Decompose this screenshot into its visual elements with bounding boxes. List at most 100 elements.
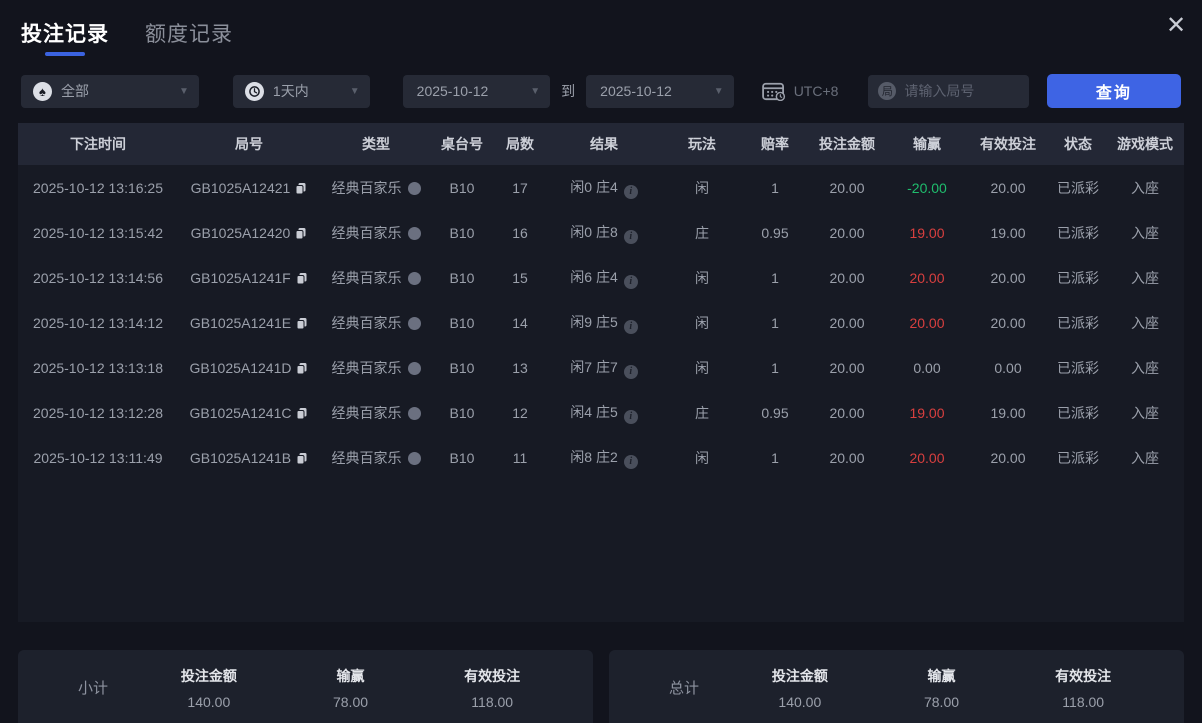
cell-bet-amount: 20.00 [829, 269, 865, 286]
cell-game-mode: 入座 [1131, 449, 1159, 466]
copy-icon[interactable] [296, 272, 308, 285]
cell-bet-time: 2025-10-12 13:12:28 [33, 404, 163, 421]
cell-rounds: 17 [512, 179, 528, 196]
cell-bet-amount: 20.00 [829, 179, 865, 196]
table-row: 2025-10-12 13:11:49 GB1025A1241B 经典百家乐 B… [18, 435, 1184, 480]
game-type-value: 全部 [61, 83, 89, 99]
date-from-select[interactable]: 2025-10-12 ▼ [402, 74, 551, 108]
cell-rounds: 14 [512, 314, 528, 331]
cell-odds: 1 [771, 269, 779, 286]
table-row: 2025-10-12 13:12:28 GB1025A1241C 经典百家乐 B… [18, 390, 1184, 435]
table-row: 2025-10-12 13:13:18 GB1025A1241D 经典百家乐 B… [18, 345, 1184, 390]
cell-rounds: 16 [512, 224, 528, 241]
cell-type: 经典百家乐 [320, 255, 432, 300]
game-replay-icon[interactable] [407, 406, 421, 420]
col-winloss: 输赢 [888, 123, 966, 165]
cell-type: 经典百家乐 [320, 435, 432, 480]
cell-play: 闲 [695, 449, 709, 466]
copy-icon[interactable] [296, 317, 308, 330]
col-status: 状态 [1050, 123, 1106, 165]
tab-quota-records[interactable]: 额度记录 [145, 18, 233, 60]
cell-play: 闲 [695, 179, 709, 196]
cell-rounds: 13 [512, 359, 528, 376]
close-icon[interactable]: ✕ [1162, 12, 1190, 40]
table-row: 2025-10-12 13:14:12 GB1025A1241E 经典百家乐 B… [18, 300, 1184, 345]
chevron-down-icon: ▼ [349, 85, 360, 97]
tab-bet-records[interactable]: 投注记录 [21, 18, 109, 60]
cell-odds: 1 [771, 314, 779, 331]
cell-bet-time: 2025-10-12 13:15:42 [33, 224, 163, 241]
cell-play: 闲 [695, 314, 709, 331]
cell-valid-bet: 20.00 [990, 269, 1026, 286]
date-to-value: 2025-10-12 [600, 83, 672, 99]
game-type-select[interactable]: ♠ 全部 ▼ [21, 74, 199, 108]
cell-result: 闲8 庄2 i [548, 435, 660, 480]
timezone-indicator[interactable]: UTC+8 [761, 81, 838, 101]
cell-odds: 0.95 [761, 224, 789, 241]
cell-bet-amount: 20.00 [829, 359, 865, 376]
game-replay-icon[interactable] [407, 271, 421, 285]
cell-game-mode: 入座 [1131, 224, 1159, 241]
copy-icon[interactable] [295, 182, 307, 195]
table-row: 2025-10-12 13:14:56 GB1025A1241F 经典百家乐 B… [18, 255, 1184, 300]
game-replay-icon[interactable] [407, 316, 421, 330]
cell-odds: 1 [771, 449, 779, 466]
copy-icon[interactable] [296, 452, 308, 465]
summary-bar: 小计 投注金额 140.00 输赢 78.00 有效投注 118.00 总计 投… [0, 650, 1202, 723]
cell-odds: 1 [771, 179, 779, 196]
date-to-select[interactable]: 2025-10-12 ▼ [586, 74, 734, 108]
time-range-select[interactable]: 1天内 ▼ [232, 74, 370, 108]
subtotal-valid-bet: 有效投注 118.00 [464, 667, 521, 710]
copy-icon[interactable] [296, 362, 308, 375]
round-search-input[interactable] [904, 83, 1015, 99]
cell-table-no: B10 [449, 449, 475, 466]
cell-type: 经典百家乐 [320, 345, 432, 390]
info-icon[interactable]: i [623, 454, 638, 469]
round-number-icon: 局 [878, 82, 897, 100]
copy-icon[interactable] [295, 227, 307, 240]
cell-rounds: 15 [512, 269, 528, 286]
round-search[interactable]: 局 [868, 74, 1029, 108]
cell-table-no: B10 [449, 179, 475, 196]
info-icon[interactable]: i [623, 319, 638, 334]
cell-odds: 0.95 [761, 404, 789, 421]
table-row: 2025-10-12 13:16:25 GB1025A12421 经典百家乐 B… [18, 165, 1184, 210]
cell-round: GB1025A1241B [178, 435, 320, 480]
cell-table-no: B10 [449, 224, 475, 241]
cell-valid-bet: 0.00 [994, 359, 1022, 376]
cell-status: 已派彩 [1057, 224, 1099, 241]
time-range-value: 1天内 [272, 83, 309, 99]
col-result: 结果 [548, 123, 660, 165]
chevron-down-icon: ▼ [530, 85, 541, 97]
game-replay-icon[interactable] [407, 226, 421, 240]
info-icon[interactable]: i [623, 274, 638, 289]
info-icon[interactable]: i [623, 364, 638, 379]
cell-bet-amount: 20.00 [829, 404, 865, 421]
copy-icon[interactable] [296, 407, 308, 420]
query-button[interactable]: 查询 [1046, 74, 1181, 108]
game-replay-icon[interactable] [407, 361, 421, 375]
cell-bet-amount: 20.00 [829, 224, 865, 241]
col-bet-time: 下注时间 [18, 123, 178, 165]
cell-valid-bet: 19.00 [990, 404, 1026, 421]
cell-result: 闲6 庄4 i [548, 255, 660, 300]
total-valid-bet: 有效投注 118.00 [1055, 667, 1112, 710]
cell-result: 闲7 庄7 i [548, 345, 660, 390]
col-valid-bet: 有效投注 [966, 123, 1050, 165]
cell-play: 庄 [695, 224, 709, 241]
cell-result: 闲9 庄5 i [548, 300, 660, 345]
info-icon[interactable]: i [623, 409, 638, 424]
game-replay-icon[interactable] [407, 181, 421, 195]
subtotal-winloss: 输赢 78.00 [332, 667, 369, 710]
cell-bet-time: 2025-10-12 13:16:25 [33, 179, 163, 196]
chevron-down-icon: ▼ [179, 85, 189, 97]
active-tab-underline [45, 52, 85, 56]
info-icon[interactable]: i [623, 229, 638, 244]
cell-bet-time: 2025-10-12 13:11:49 [33, 449, 163, 466]
info-icon[interactable]: i [623, 184, 638, 199]
cell-result: 闲0 庄8 i [548, 210, 660, 255]
cell-table-no: B10 [449, 314, 475, 331]
cell-status: 已派彩 [1057, 269, 1099, 286]
cell-type: 经典百家乐 [320, 300, 432, 345]
game-replay-icon[interactable] [407, 451, 421, 465]
